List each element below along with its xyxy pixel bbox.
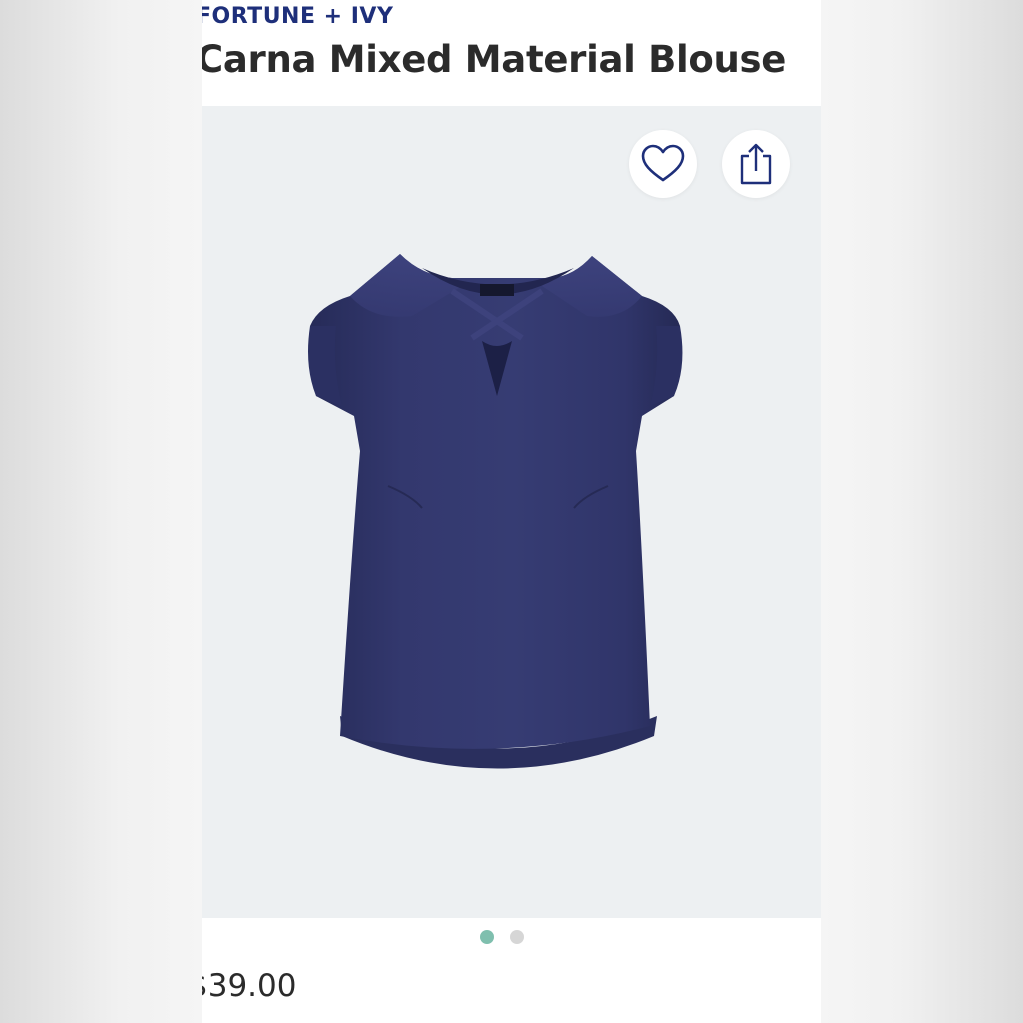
favorite-button[interactable]: [629, 130, 697, 198]
carousel-dot-2[interactable]: [509, 930, 524, 944]
screen: FORTUNE + IVY Carna Mixed Material Blous…: [0, 0, 1023, 1023]
product-title: Carna Mixed Material Blouse: [202, 38, 787, 81]
product-image-gallery[interactable]: [202, 106, 821, 918]
share-icon: [740, 143, 772, 185]
product-page: FORTUNE + IVY Carna Mixed Material Blous…: [202, 0, 821, 1023]
carousel-indicator: [202, 930, 811, 950]
blouse-photo: [308, 254, 683, 769]
carousel-dot-1[interactable]: [479, 930, 494, 944]
share-button[interactable]: [722, 130, 790, 198]
brand-name[interactable]: FORTUNE + IVY: [202, 4, 393, 29]
heart-icon: [641, 144, 685, 182]
product-price: $39.00: [202, 968, 297, 1004]
